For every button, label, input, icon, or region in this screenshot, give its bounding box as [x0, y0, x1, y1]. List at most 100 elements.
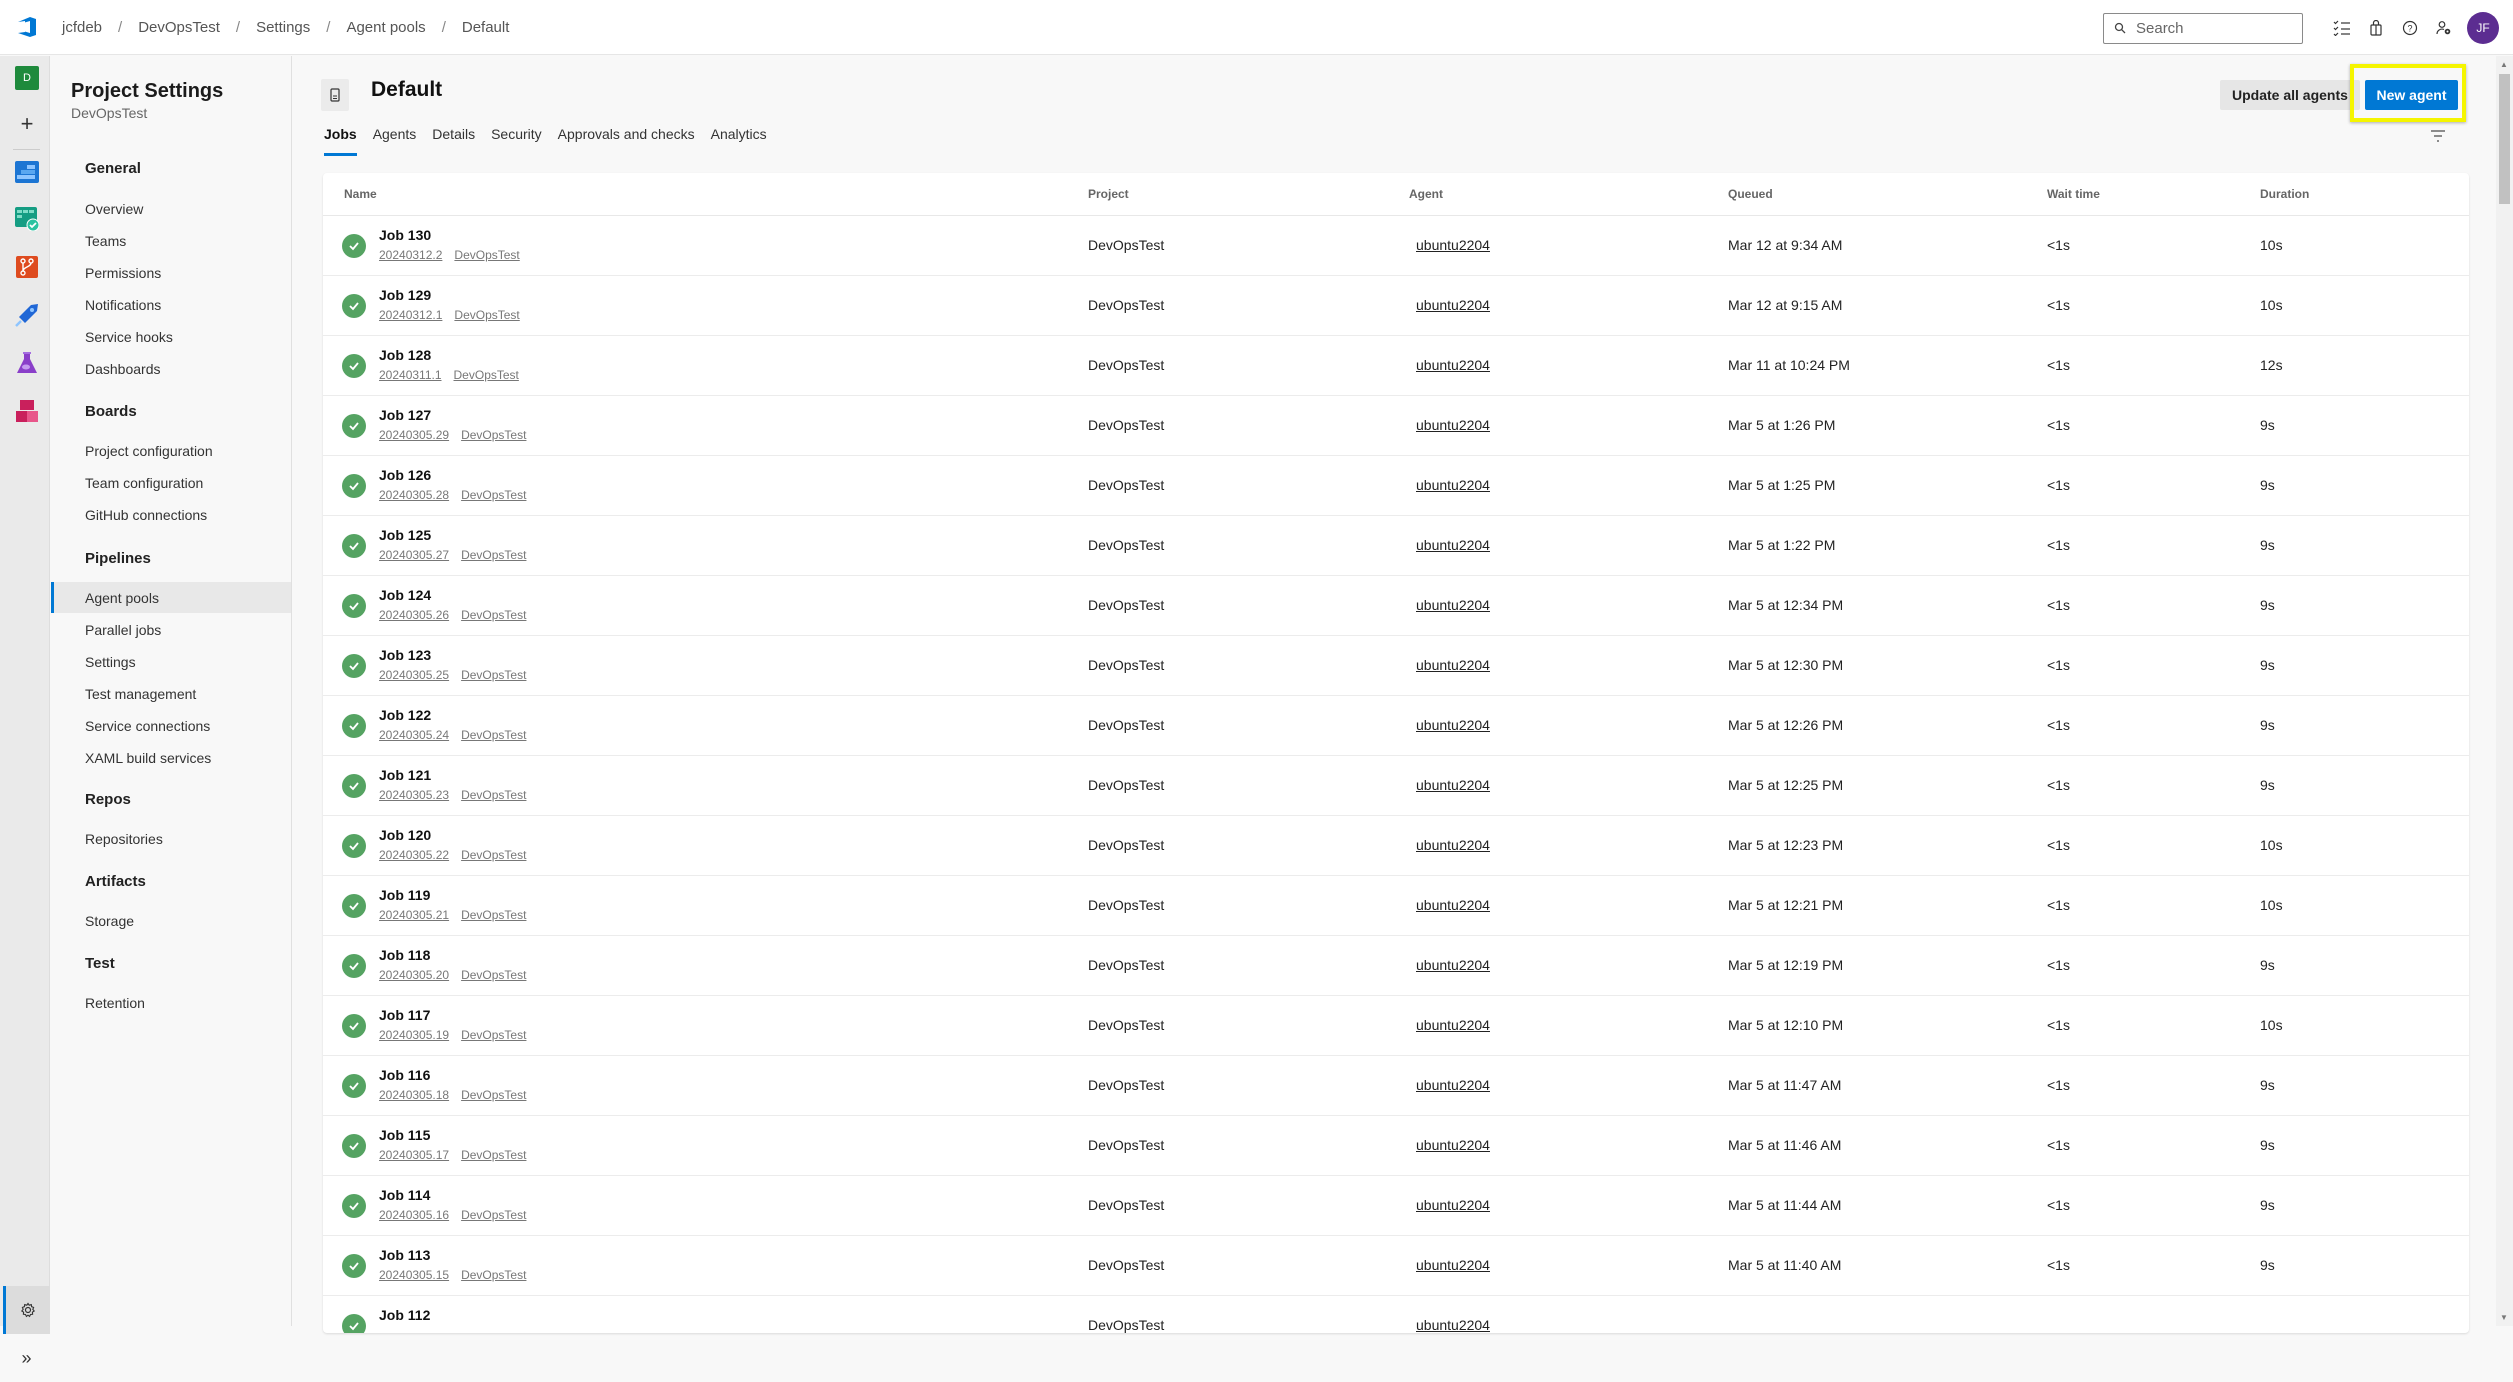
job-name[interactable]: Job 113 — [379, 1247, 430, 1263]
tab-approvals-and-checks[interactable]: Approvals and checks — [558, 126, 695, 156]
table-row[interactable]: Job 12320240305.25DevOpsTestDevOpsTestub… — [323, 636, 2469, 696]
update-all-agents-button[interactable]: Update all agents — [2220, 80, 2360, 110]
table-row[interactable]: Job 11520240305.17DevOpsTestDevOpsTestub… — [323, 1116, 2469, 1176]
rail-boards[interactable] — [15, 207, 39, 231]
work-items-button[interactable] — [2325, 12, 2359, 44]
run-number-link[interactable]: 20240312.1 — [379, 308, 442, 322]
job-name[interactable]: Job 129 — [379, 287, 431, 303]
run-number-link[interactable]: 20240305.17 — [379, 1148, 449, 1162]
table-row[interactable]: Job 11620240305.18DevOpsTestDevOpsTestub… — [323, 1056, 2469, 1116]
job-name[interactable]: Job 116 — [379, 1067, 430, 1083]
breadcrumb-agent-pools[interactable]: Agent pools — [346, 19, 425, 36]
run-number-link[interactable]: 20240305.24 — [379, 728, 449, 742]
project-avatar[interactable]: D — [15, 66, 39, 90]
agent-link[interactable]: ubuntu2204 — [1416, 1017, 1490, 1033]
job-name[interactable]: Job 123 — [379, 647, 431, 663]
nav-item-notifications[interactable]: Notifications — [51, 289, 291, 320]
column-header-duration[interactable]: Duration — [2260, 187, 2309, 201]
rail-overview[interactable] — [15, 160, 39, 184]
breadcrumb-project[interactable]: DevOpsTest — [138, 19, 220, 36]
table-row[interactable]: Job 11720240305.19DevOpsTestDevOpsTestub… — [323, 996, 2469, 1056]
run-number-link[interactable]: 20240305.28 — [379, 488, 449, 502]
agent-link[interactable]: ubuntu2204 — [1416, 717, 1490, 733]
pipeline-link[interactable]: DevOpsTest — [454, 308, 519, 322]
agent-link[interactable]: ubuntu2204 — [1416, 537, 1490, 553]
pipeline-link[interactable]: DevOpsTest — [461, 728, 526, 742]
table-row[interactable]: Job 11420240305.16DevOpsTestDevOpsTestub… — [323, 1176, 2469, 1236]
run-number-link[interactable]: 20240305.21 — [379, 908, 449, 922]
job-name[interactable]: Job 125 — [379, 527, 431, 543]
user-settings-button[interactable] — [2427, 12, 2461, 44]
table-row[interactable]: Job 12620240305.28DevOpsTestDevOpsTestub… — [323, 456, 2469, 516]
tab-analytics[interactable]: Analytics — [711, 126, 767, 156]
agent-link[interactable]: ubuntu2204 — [1416, 1077, 1490, 1093]
pipeline-link[interactable]: DevOpsTest — [461, 428, 526, 442]
nav-item-service-connections[interactable]: Service connections — [51, 710, 291, 741]
rail-repos[interactable] — [15, 255, 39, 279]
column-header-name[interactable]: Name — [344, 187, 377, 201]
marketplace-button[interactable] — [2359, 12, 2393, 44]
agent-link[interactable]: ubuntu2204 — [1416, 237, 1490, 253]
pipeline-link[interactable]: DevOpsTest — [461, 1028, 526, 1042]
filter-icon[interactable] — [2429, 128, 2447, 144]
run-number-link[interactable]: 20240305.18 — [379, 1088, 449, 1102]
nav-item-xaml-build-services[interactable]: XAML build services — [51, 742, 291, 773]
pipeline-link[interactable]: DevOpsTest — [461, 668, 526, 682]
column-header-wait-time[interactable]: Wait time — [2047, 187, 2100, 201]
tab-agents[interactable]: Agents — [373, 126, 417, 156]
nav-item-team-configuration[interactable]: Team configuration — [51, 467, 291, 498]
job-name[interactable]: Job 127 — [379, 407, 431, 423]
help-button[interactable]: ? — [2393, 12, 2427, 44]
pipeline-link[interactable]: DevOpsTest — [461, 1268, 526, 1282]
table-row[interactable]: Job 13020240312.2DevOpsTestDevOpsTestubu… — [323, 216, 2469, 276]
agent-link[interactable]: ubuntu2204 — [1416, 777, 1490, 793]
table-row[interactable]: Job 12720240305.29DevOpsTestDevOpsTestub… — [323, 396, 2469, 456]
agent-link[interactable]: ubuntu2204 — [1416, 1137, 1490, 1153]
agent-link[interactable]: ubuntu2204 — [1416, 297, 1490, 313]
run-number-link[interactable]: 20240312.2 — [379, 248, 442, 262]
table-row[interactable]: Job 12520240305.27DevOpsTestDevOpsTestub… — [323, 516, 2469, 576]
agent-link[interactable]: ubuntu2204 — [1416, 897, 1490, 913]
pipeline-link[interactable]: DevOpsTest — [461, 1148, 526, 1162]
nav-item-github-connections[interactable]: GitHub connections — [51, 499, 291, 530]
rail-artifacts[interactable] — [15, 399, 39, 423]
job-name[interactable]: Job 121 — [379, 767, 431, 783]
nav-item-service-hooks[interactable]: Service hooks — [51, 321, 291, 352]
scrollbar-thumb[interactable] — [2499, 74, 2510, 204]
job-name[interactable]: Job 128 — [379, 347, 431, 363]
table-row[interactable]: Job 11320240305.15DevOpsTestDevOpsTestub… — [323, 1236, 2469, 1296]
nav-item-settings[interactable]: Settings — [51, 646, 291, 677]
pipeline-link[interactable]: DevOpsTest — [461, 908, 526, 922]
tab-jobs[interactable]: Jobs — [324, 126, 357, 156]
new-item-button[interactable]: + — [15, 112, 39, 136]
job-name[interactable]: Job 112 — [379, 1307, 430, 1323]
job-name[interactable]: Job 117 — [379, 1007, 430, 1023]
agent-link[interactable]: ubuntu2204 — [1416, 1317, 1490, 1333]
job-name[interactable]: Job 114 — [379, 1187, 430, 1203]
scroll-up-arrow-icon[interactable]: ▲ — [2500, 60, 2508, 69]
search-input[interactable] — [2136, 20, 2286, 37]
pipeline-link[interactable]: DevOpsTest — [461, 1088, 526, 1102]
run-number-link[interactable]: 20240305.16 — [379, 1208, 449, 1222]
tab-security[interactable]: Security — [491, 126, 542, 156]
run-number-link[interactable]: 20240305.23 — [379, 788, 449, 802]
run-number-link[interactable]: 20240305.20 — [379, 968, 449, 982]
column-header-project[interactable]: Project — [1088, 187, 1129, 201]
pipeline-link[interactable]: DevOpsTest — [461, 968, 526, 982]
pipeline-link[interactable]: DevOpsTest — [454, 248, 519, 262]
job-name[interactable]: Job 126 — [379, 467, 431, 483]
user-avatar[interactable]: JF — [2467, 12, 2499, 44]
azure-devops-logo-icon[interactable] — [16, 16, 40, 38]
column-header-agent[interactable]: Agent — [1409, 187, 1443, 201]
job-name[interactable]: Job 115 — [379, 1127, 430, 1143]
agent-link[interactable]: ubuntu2204 — [1416, 1197, 1490, 1213]
nav-item-repositories[interactable]: Repositories — [51, 823, 291, 854]
tab-details[interactable]: Details — [432, 126, 475, 156]
pipeline-link[interactable]: DevOpsTest — [461, 548, 526, 562]
pipeline-link[interactable]: DevOpsTest — [454, 368, 519, 382]
agent-link[interactable]: ubuntu2204 — [1416, 837, 1490, 853]
agent-link[interactable]: ubuntu2204 — [1416, 657, 1490, 673]
job-name[interactable]: Job 122 — [379, 707, 431, 723]
run-number-link[interactable]: 20240305.26 — [379, 608, 449, 622]
agent-link[interactable]: ubuntu2204 — [1416, 1257, 1490, 1273]
